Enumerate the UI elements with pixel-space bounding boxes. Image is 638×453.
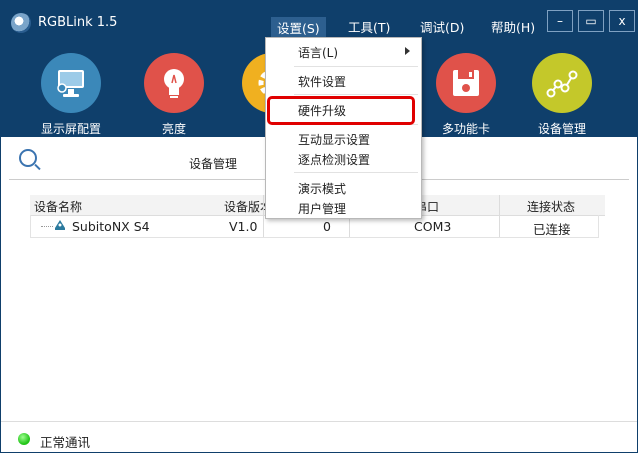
tree-connector [41,226,53,227]
device-status: 已连接 [533,222,571,237]
column-header-status: 连接状态 [527,200,576,214]
menu-tools[interactable]: 工具(T) [348,17,390,36]
network-icon [532,53,592,113]
submenu-arrow-icon [405,47,410,55]
menu-separator [294,66,418,67]
toolbar-label: 显示屏配置 [40,122,101,136]
column-divider [263,195,264,237]
app-logo-icon [11,13,31,33]
toolbar-brightness[interactable]: 亮度 [139,53,209,137]
minimize-button[interactable]: – [547,10,573,32]
menu-item-pointwise-detection[interactable]: 逐点检测设置 [298,151,370,168]
monitor-icon [41,53,101,113]
toolbar-label: 亮度 [161,122,186,136]
device-icon [55,220,65,230]
floppy-icon [436,53,496,113]
app-title: RGBLink 1.5 [38,15,118,30]
toolbar-device-management[interactable]: 设备管理 [527,53,597,137]
column-header-name: 设备名称 [34,200,83,214]
device-id: 0 [323,219,331,234]
device-version: V1.0 [229,219,258,234]
menu-help[interactable]: 帮助(H) [491,17,535,36]
maximize-button[interactable]: ▭ [578,10,604,32]
menu-separator [294,94,418,95]
device-port: COM3 [414,219,452,234]
toolbar-multifunction-card[interactable]: 多功能卡 [431,53,501,137]
menu-item-demo-mode[interactable]: 演示模式 [298,180,346,197]
highlight-box [267,96,415,125]
search-icon[interactable] [19,149,37,167]
menu-debug[interactable]: 调试(D) [420,17,464,36]
status-indicator-icon [18,433,30,445]
toolbar-display-config[interactable]: 显示屏配置 [36,53,106,137]
toolbar-label: 多功能卡 [441,122,490,136]
menu-item-interactive-display[interactable]: 互动显示设置 [298,131,370,148]
status-text: 正常通讯 [40,435,91,450]
status-bar [1,421,637,452]
menu-item-user-management[interactable]: 用户管理 [298,200,346,217]
device-name: SubitoNX S4 [72,219,150,234]
app-window: RGBLink 1.5 设置(S) 工具(T) 调试(D) 帮助(H) – ▭ … [0,0,638,453]
close-button[interactable]: x [609,10,635,32]
menu-settings[interactable]: 设置(S) [271,17,326,38]
menu-item-language[interactable]: 语言(L) [298,44,338,61]
toolbar-label: 设备管理 [537,122,586,136]
settings-dropdown-menu: 语言(L) 软件设置 硬件升级 互动显示设置 逐点检测设置 演示模式 用户管理 [265,37,422,219]
device-panel-title: 设备管理 [189,157,238,171]
menu-item-software-settings[interactable]: 软件设置 [298,73,346,90]
bulb-icon [144,53,204,113]
column-divider [499,195,500,237]
menu-separator [294,172,418,173]
